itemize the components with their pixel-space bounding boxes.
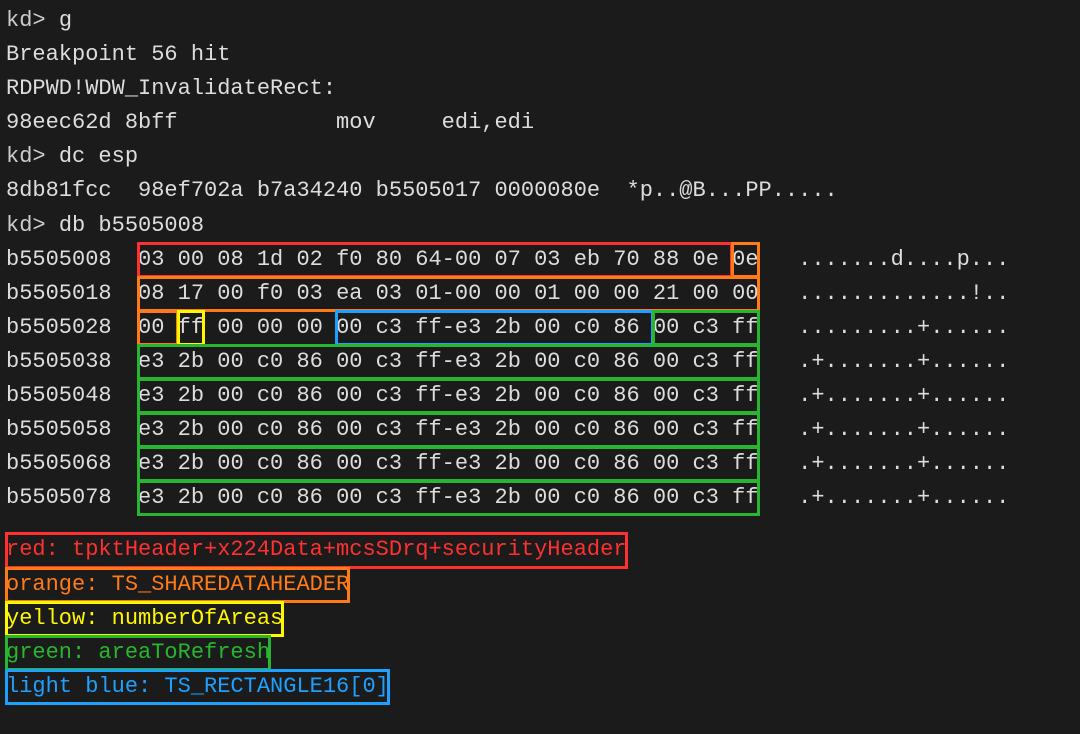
orange-box: 08 17 00 f0 03 ea 03 01-00 00 01 00 00 2… xyxy=(138,277,759,311)
hex-row-2: b5505018 08 17 00 f0 03 ea 03 01-00 00 0… xyxy=(6,277,1074,311)
ascii: .+.......+...... xyxy=(759,417,1010,442)
kd-prompt: kd> xyxy=(6,8,59,33)
addr: b5505038 xyxy=(6,349,138,374)
cmd-dc: dc esp xyxy=(59,144,138,169)
addr: b5505048 xyxy=(6,383,138,408)
hex-row-3: b5505028 00 ff 00 00 00 00 c3 ff-e3 2b 0… xyxy=(6,311,1074,345)
ascii: .+.......+...... xyxy=(759,485,1010,510)
hex-row-6: b5505058 e3 2b 00 c0 86 00 c3 ff-e3 2b 0… xyxy=(6,413,1074,447)
legend-orange: orange: TS_SHAREDATAHEADER xyxy=(6,568,1074,602)
hex-row-5: b5505048 e3 2b 00 c0 86 00 c3 ff-e3 2b 0… xyxy=(6,379,1074,413)
ascii: .+.......+...... xyxy=(759,451,1010,476)
ascii: .+.......+...... xyxy=(759,383,1010,408)
green-box: 00 c3 ff xyxy=(653,311,759,345)
hex-row-7: b5505068 e3 2b 00 c0 86 00 c3 ff-e3 2b 0… xyxy=(6,447,1074,481)
hex-row-1: b5505008 03 00 08 1d 02 f0 80 64-00 07 0… xyxy=(6,243,1074,277)
green-box: e3 2b 00 c0 86 00 c3 ff-e3 2b 00 c0 86 0… xyxy=(138,379,759,413)
orange-box: 00 xyxy=(138,311,178,345)
addr: b5505058 xyxy=(6,417,138,442)
addr: b5505028 xyxy=(6,315,138,340)
legend-yellow: yellow: numberOfAreas xyxy=(6,602,1074,636)
legend-green-label: green: areaToRefresh xyxy=(6,636,270,670)
cmd-line-g: kd> g xyxy=(6,4,1074,38)
cmd-db: db b5505008 xyxy=(59,213,204,238)
blue-box: 00 c3 ff-e3 2b 00 c0 86 xyxy=(336,311,653,345)
cmd-g: g xyxy=(59,8,72,33)
cmd-line-db: kd> db b5505008 xyxy=(6,209,1074,243)
addr: b5505078 xyxy=(6,485,138,510)
legend-red-label: red: tpktHeader+x224Data+mcsSDrq+securit… xyxy=(6,533,627,567)
legend-blue: light blue: TS_RECTANGLE16[0] xyxy=(6,670,1074,704)
green-box: e3 2b 00 c0 86 00 c3 ff-e3 2b 00 c0 86 0… xyxy=(138,447,759,481)
orange-box: 0e xyxy=(732,243,758,277)
legend-blue-label: light blue: TS_RECTANGLE16[0] xyxy=(6,670,389,704)
symbol-line: RDPWD!WDW_InvalidateRect: xyxy=(6,72,1074,106)
ascii: .......d....p... xyxy=(759,247,1010,272)
red-box: 03 00 08 1d 02 f0 80 64-00 07 03 eb 70 8… xyxy=(138,243,732,277)
legend-red: red: tpktHeader+x224Data+mcsSDrq+securit… xyxy=(6,533,1074,567)
kd-prompt: kd> xyxy=(6,144,59,169)
green-box: e3 2b 00 c0 86 00 c3 ff-e3 2b 00 c0 86 0… xyxy=(138,481,759,515)
ascii: .............!.. xyxy=(759,281,1010,306)
legend: red: tpktHeader+x224Data+mcsSDrq+securit… xyxy=(6,533,1074,703)
yellow-box: ff xyxy=(178,311,204,345)
green-box: e3 2b 00 c0 86 00 c3 ff-e3 2b 00 c0 86 0… xyxy=(138,345,759,379)
green-box: e3 2b 00 c0 86 00 c3 ff-e3 2b 00 c0 86 0… xyxy=(138,413,759,447)
legend-orange-label: orange: TS_SHAREDATAHEADER xyxy=(6,568,349,602)
gap: 00 00 00 xyxy=(204,315,336,340)
ascii: .........+...... xyxy=(759,315,1010,340)
kd-prompt: kd> xyxy=(6,213,59,238)
legend-yellow-label: yellow: numberOfAreas xyxy=(6,602,283,636)
hex-row-4: b5505038 e3 2b 00 c0 86 00 c3 ff-e3 2b 0… xyxy=(6,345,1074,379)
addr: b5505008 xyxy=(6,247,138,272)
breakpoint-line: Breakpoint 56 hit xyxy=(6,38,1074,72)
debugger-terminal: kd> g Breakpoint 56 hit RDPWD!WDW_Invali… xyxy=(0,0,1080,734)
addr: b5505068 xyxy=(6,451,138,476)
disasm-line: 98eec62d 8bff mov edi,edi xyxy=(6,106,1074,140)
legend-green: green: areaToRefresh xyxy=(6,636,1074,670)
ascii: .+.......+...... xyxy=(759,349,1010,374)
dc-output: 8db81fcc 98ef702a b7a34240 b5505017 0000… xyxy=(6,174,1074,208)
hex-row-8: b5505078 e3 2b 00 c0 86 00 c3 ff-e3 2b 0… xyxy=(6,481,1074,515)
addr: b5505018 xyxy=(6,281,138,306)
cmd-line-dc: kd> dc esp xyxy=(6,140,1074,174)
